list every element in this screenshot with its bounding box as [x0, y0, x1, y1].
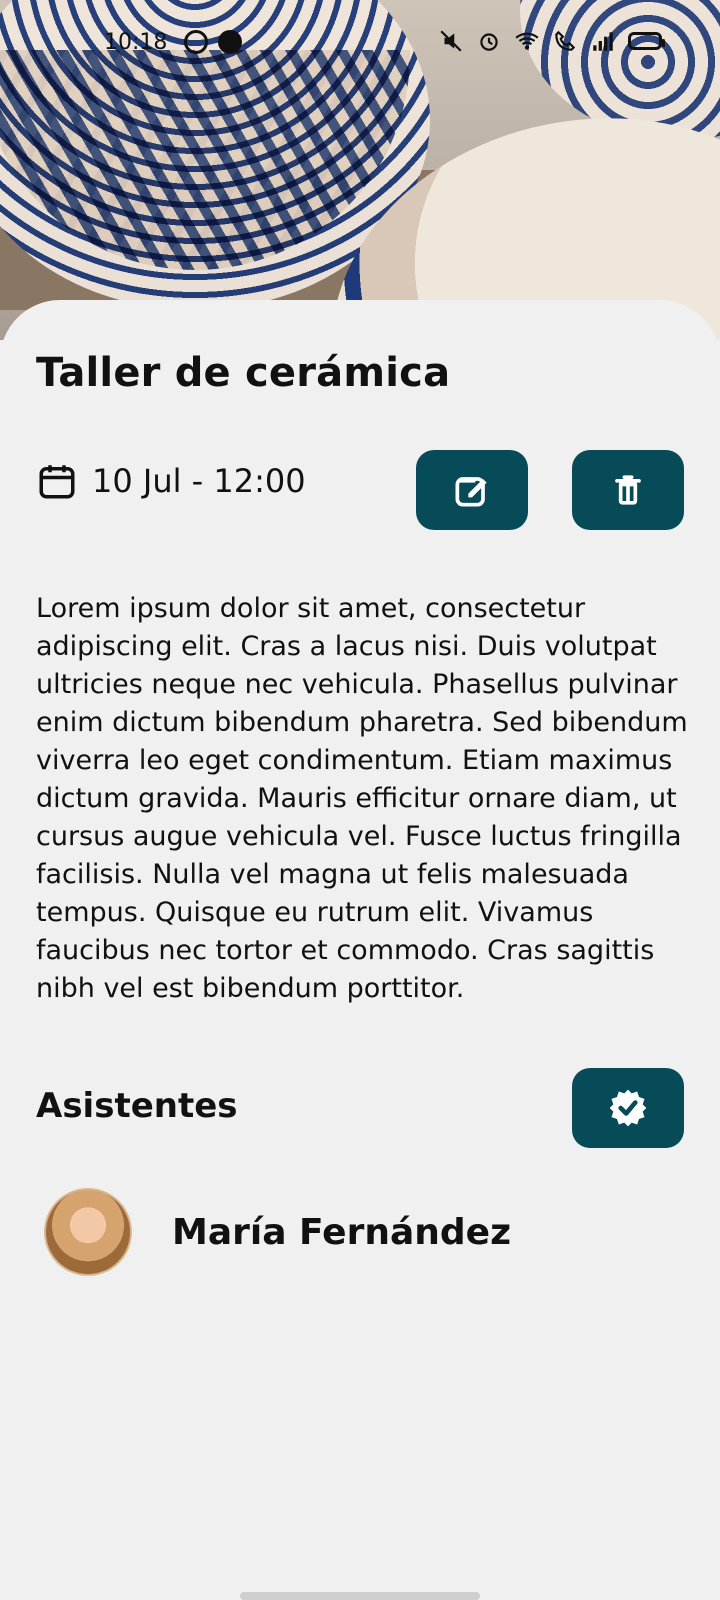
attendee-name: María Fernández [172, 1211, 512, 1253]
verified-check-icon [609, 1089, 647, 1127]
notification-icon [218, 30, 242, 54]
attendees-title: Asistentes [36, 1086, 238, 1126]
event-date-time: 10 Jul - 12:00 [92, 462, 306, 500]
event-description: Lorem ipsum dolor sit amet, consectetur … [36, 593, 688, 1004]
status-indicators [438, 28, 665, 54]
whatsapp-icon [184, 30, 208, 54]
edit-icon [455, 477, 487, 507]
trash-icon [615, 475, 641, 505]
status-bar: 10:18 [0, 0, 720, 88]
call-icon [552, 28, 578, 54]
confirm-attendance-button[interactable] [572, 1068, 684, 1148]
attendee-item[interactable]: María Fernández [44, 1188, 511, 1276]
battery-icon [628, 32, 665, 50]
status-time: 10:18 [104, 30, 168, 55]
event-date-row: 10 Jul - 12:00 [36, 460, 306, 502]
home-indicator[interactable] [240, 1592, 480, 1600]
alarm-icon [476, 28, 502, 54]
event-detail-screen: 10:18 Taller de cerámica 10 Jul - 12:00 … [0, 0, 720, 1600]
event-title: Taller de cerámica [36, 350, 451, 396]
edit-button[interactable] [416, 450, 528, 530]
mute-icon [438, 28, 464, 54]
calendar-icon [39, 465, 75, 499]
avatar [44, 1188, 132, 1276]
signal-icon [590, 28, 616, 54]
delete-button[interactable] [572, 450, 684, 530]
status-notifications [184, 30, 242, 54]
wifi-icon [514, 28, 540, 54]
